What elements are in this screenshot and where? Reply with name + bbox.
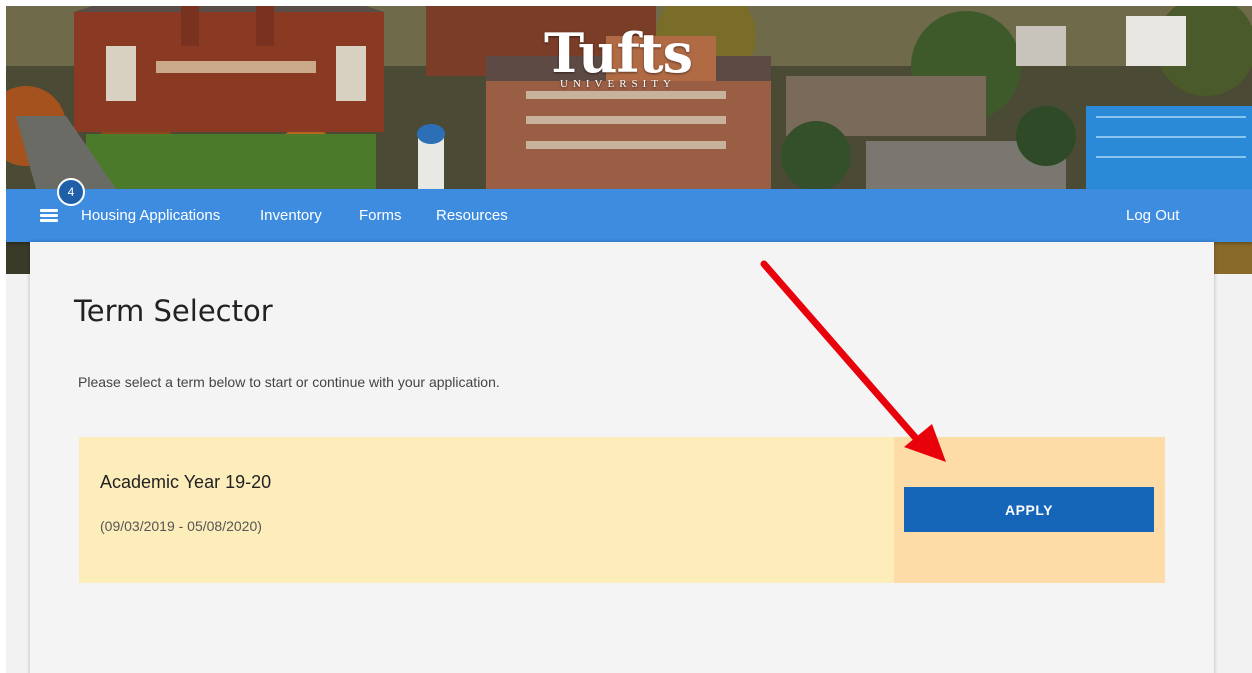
- apply-button[interactable]: APPLY: [904, 487, 1154, 532]
- notification-badge[interactable]: 4: [57, 178, 85, 206]
- intro-text: Please select a term below to start or c…: [78, 374, 500, 390]
- term-row: Academic Year 19-20 (09/03/2019 - 05/08/…: [79, 437, 1165, 583]
- term-name: Academic Year 19-20: [100, 472, 272, 492]
- tufts-logo[interactable]: Tufts UNIVERSITY: [538, 24, 698, 90]
- logo-wordmark: Tufts: [543, 21, 693, 85]
- top-navigation-bar: Housing Applications Inventory Forms Res…: [6, 189, 1252, 242]
- logout-link[interactable]: Log Out: [1126, 207, 1179, 225]
- page-frame: Tufts UNIVERSITY Housing Applications In…: [6, 6, 1252, 673]
- nav-forms[interactable]: Forms: [359, 207, 402, 225]
- nav-housing-applications[interactable]: Housing Applications: [81, 207, 220, 225]
- term-action-panel: APPLY: [894, 437, 1165, 583]
- term-dates: (09/03/2019 - 05/08/2020): [100, 518, 262, 534]
- nav-resources[interactable]: Resources: [436, 207, 508, 225]
- term-selector-card: Term Selector Please select a term below…: [30, 242, 1214, 673]
- nav-inventory[interactable]: Inventory: [260, 207, 322, 225]
- hamburger-icon[interactable]: [40, 209, 58, 223]
- page-title: Term Selector: [74, 294, 273, 328]
- logo-subtitle: UNIVERSITY: [560, 78, 676, 90]
